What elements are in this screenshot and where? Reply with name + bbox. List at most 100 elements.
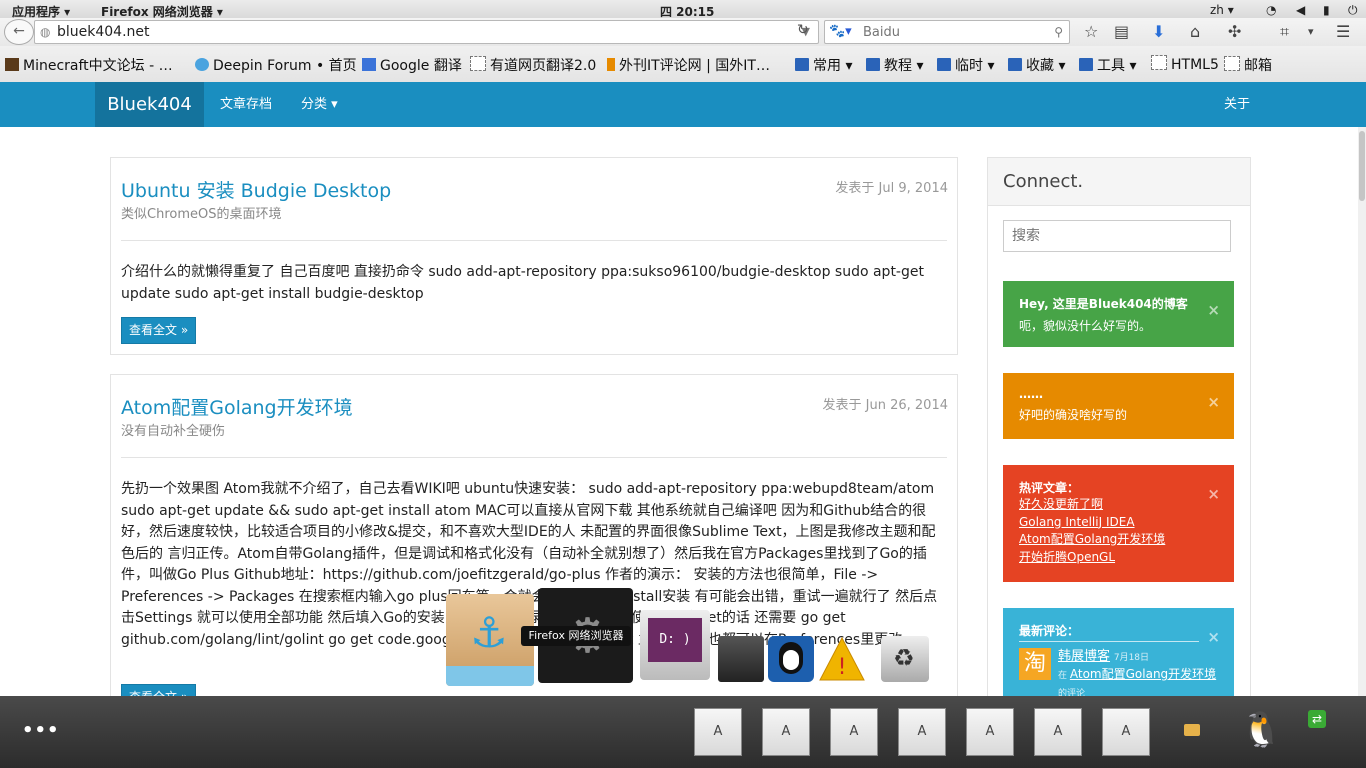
close-icon[interactable]: × [1207, 301, 1220, 319]
tux-penguin-icon[interactable]: 🐧 [1240, 710, 1282, 750]
page-icon [1224, 56, 1240, 71]
notice-title: Hey, 这里是Bluek404的博客 [1019, 297, 1188, 311]
taskbar-item[interactable]: A [1034, 708, 1082, 756]
language-indicator[interactable]: zh ▾ [1210, 3, 1234, 17]
site-brand[interactable]: Bluek404 [95, 82, 204, 127]
search-input[interactable] [861, 23, 1045, 41]
deepin-icon [195, 58, 209, 71]
close-icon[interactable]: × [1207, 485, 1220, 503]
comment-post-link[interactable]: Atom配置Golang开发环境 [1070, 667, 1216, 681]
nav-archive-link[interactable]: 文章存档 [220, 82, 272, 127]
addon-icon[interactable]: ✣ [1228, 22, 1241, 41]
commenter-link[interactable]: 韩展博客 [1058, 649, 1110, 664]
taskbar-item[interactable]: A [762, 708, 810, 756]
folder-icon [1008, 58, 1022, 71]
home-icon[interactable]: ⌂ [1190, 22, 1200, 41]
trash-icon[interactable]: ♻ [881, 636, 929, 682]
network-tray-icon[interactable]: ⇄ [1308, 710, 1326, 728]
bookmark-star-icon[interactable]: ☆ [1084, 22, 1098, 41]
bookmark-folder-temp[interactable]: 临时 ▾ [937, 55, 994, 75]
notice-text: 呃，貌似没什么好写的。 [1019, 319, 1152, 333]
notice-ellipsis: …… 好吧的确没啥好写的 × [1003, 373, 1234, 439]
close-icon[interactable]: × [1207, 628, 1220, 646]
nav-categories-dropdown[interactable]: 分类 ▾ [301, 82, 338, 127]
post-title-link[interactable]: Atom配置Golang开发环境 [121, 393, 353, 420]
bookmark-folder-common[interactable]: 常用 ▾ [795, 55, 852, 75]
post-excerpt: 介绍什么的就懒得重复了 自己百度吧 直接扔命令 sudo add-apt-rep… [121, 264, 924, 302]
launcher-menu-icon[interactable]: ••• [22, 720, 60, 741]
sidebar-search-input[interactable] [1003, 220, 1231, 252]
power-icon[interactable]: ⏻ [1348, 3, 1358, 18]
browser-toolbar: ← ◍ bluek404.net ▼ ↻ 🐾▾ ⚲ ☆ ▤ ⬇ ⌂ ✣ ⌗ ▾ … [0, 18, 1366, 46]
close-icon[interactable]: × [1207, 393, 1220, 411]
search-engine-icon[interactable]: 🐾▾ [829, 21, 852, 43]
taobao-avatar-icon: 淘 [1019, 648, 1051, 680]
post-date: 发表于 Jun 26, 2014 [822, 398, 948, 413]
notice-title: 最新评论： [1019, 622, 1199, 642]
bookmark-folder-favorites[interactable]: 收藏 ▾ [1008, 55, 1065, 75]
battery-icon[interactable]: ▮ [1323, 3, 1330, 17]
url-bar[interactable]: ◍ bluek404.net ▼ [34, 20, 819, 44]
bookmark-icon [607, 58, 615, 71]
folder-icon [1079, 58, 1093, 71]
post-title-link[interactable]: Ubuntu 安装 Budgie Desktop [121, 176, 391, 203]
file-cabinet-icon[interactable] [718, 636, 764, 682]
read-more-button[interactable]: 查看全文 » [121, 317, 197, 344]
hot-post-link[interactable]: 开始折腾OpenGL [1019, 549, 1218, 567]
bookmark-minecraft[interactable]: Minecraft中文论坛 - … [5, 55, 173, 75]
url-text: bluek404.net [57, 24, 150, 40]
taskbar-item[interactable]: A [966, 708, 1014, 756]
post-date: 发表于 Jul 9, 2014 [835, 181, 948, 196]
google-icon [362, 58, 376, 71]
bookmark-mail[interactable]: 邮箱 [1224, 55, 1272, 75]
divider [121, 240, 947, 241]
bookmark-deepin[interactable]: Deepin Forum • 首页 [195, 55, 357, 75]
bookmark-html5[interactable]: HTML5 [1151, 55, 1219, 73]
bookmark-waikan[interactable]: 外刊IT评论网 | 国外IT… [607, 55, 770, 75]
bookmark-youdao[interactable]: 有道网页翻译2.0 [470, 55, 596, 75]
menu-icon[interactable]: ☰ [1336, 22, 1350, 41]
search-bar[interactable]: 🐾▾ ⚲ [824, 20, 1070, 44]
tray-app-icon[interactable] [1184, 724, 1200, 736]
dock-tooltip: Firefox 网络浏览器 [521, 626, 631, 646]
warning-icon[interactable]: ! [818, 636, 866, 682]
hot-post-link[interactable]: 好久没更新了啊 [1019, 496, 1218, 514]
bookmarks-toolbar: Minecraft中文论坛 - … Deepin Forum • 首页 Goog… [0, 46, 1366, 83]
notice-hot-posts: 热评文章： 好久没更新了啊 Golang IntelliJ IDEA Atom配… [1003, 465, 1234, 582]
hot-post-link[interactable]: Golang IntelliJ IDEA [1019, 514, 1218, 532]
download-icon[interactable]: ⬇ [1152, 22, 1165, 41]
wifi-icon[interactable]: ◔ [1266, 3, 1276, 17]
volume-icon[interactable]: ◀ [1296, 3, 1305, 17]
nav-about-link[interactable]: 关于 [1224, 82, 1250, 127]
bookmark-google-translate[interactable]: Google 翻译 [362, 55, 462, 75]
post-subtitle: 类似ChromeOS的桌面环境 [121, 207, 282, 222]
notice-text: 好吧的确没啥好写的 [1019, 408, 1128, 422]
bookmark-folder-tools[interactable]: 工具 ▾ [1079, 55, 1136, 75]
sidebar-heading: Connect. [988, 158, 1250, 206]
search-icon[interactable]: ⚲ [1054, 21, 1063, 43]
folder-icon [795, 58, 809, 71]
back-button[interactable]: ← [4, 19, 34, 45]
taskbar-item[interactable]: A [898, 708, 946, 756]
qq-penguin-icon[interactable] [768, 636, 814, 682]
terminal-app-icon[interactable]: D: ) [640, 610, 710, 680]
bookmarks-list-icon[interactable]: ▤ [1114, 22, 1129, 41]
notice-title: 热评文章： [1019, 481, 1080, 495]
crop-icon[interactable]: ⌗ [1280, 22, 1289, 42]
page-icon [1151, 55, 1167, 70]
scrollbar-thumb[interactable] [1359, 131, 1365, 201]
taskbar-item[interactable]: A [1102, 708, 1150, 756]
post-card: Ubuntu 安装 Budgie Desktop 类似ChromeOS的桌面环境… [110, 157, 958, 355]
taskbar-item[interactable]: A [694, 708, 742, 756]
taskbar-item[interactable]: A [830, 708, 878, 756]
reload-icon[interactable]: ↻ [797, 22, 809, 38]
minecraft-icon [5, 58, 19, 71]
addon-dropdown-icon[interactable]: ▾ [1308, 25, 1314, 38]
bookmark-folder-tutorial[interactable]: 教程 ▾ [866, 55, 923, 75]
site-navbar: Bluek404 文章存档 分类 ▾ 关于 [0, 82, 1366, 127]
back-arrow-icon: ← [13, 23, 25, 39]
hot-post-link[interactable]: Atom配置Golang开发环境 [1019, 531, 1218, 549]
svg-text:!: ! [838, 655, 847, 680]
page-scrollbar[interactable] [1358, 127, 1366, 696]
sidebar-title: Connect. [1003, 171, 1084, 192]
